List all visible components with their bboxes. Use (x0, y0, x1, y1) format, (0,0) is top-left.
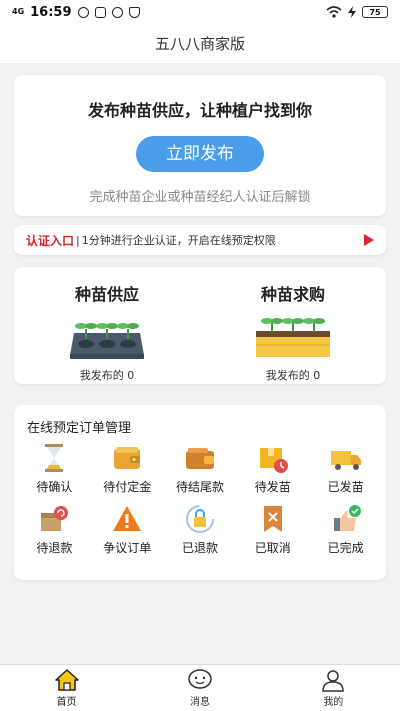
publish-card: 发布种苗供应，让种植户找到你 立即发布 完成种苗企业或种苗经纪人认证后解锁 (14, 75, 386, 216)
package-clock-icon (259, 448, 288, 473)
app-notification-icon (94, 6, 106, 18)
warning-icon (113, 506, 142, 531)
page-title: 五八八商家版 (0, 24, 400, 64)
order-disputed[interactable]: 争议订单 (91, 503, 164, 556)
tab-home-label: 首页 (56, 697, 77, 708)
order-label: 已退款 (181, 541, 218, 555)
certification-tag: 认证入口 (26, 233, 75, 248)
shield-icon (128, 6, 140, 18)
order-label: 已发苗 (327, 480, 364, 494)
hourglass-icon (45, 444, 64, 472)
order-completed[interactable]: 已完成 (309, 503, 382, 556)
truck-icon (330, 451, 361, 470)
tab-home[interactable]: 首页 (0, 665, 133, 711)
publish-headline: 发布种苗供应，让种植户找到你 (87, 101, 312, 120)
seedling-demand-title: 种苗求购 (260, 285, 325, 304)
order-shipped[interactable]: 已发苗 (309, 442, 382, 495)
order-label: 争议订单 (103, 541, 152, 555)
order-cancelled[interactable]: 已取消 (236, 503, 309, 556)
certification-text: 1分钟进行企业认证，开启在线预定权限 (81, 234, 276, 247)
seedling-supply-section[interactable]: 种苗供应 我发布的 0 (14, 267, 200, 384)
cancelled-bookmark-icon (263, 506, 282, 532)
purse-icon (185, 448, 214, 469)
seedling-tray-icon (70, 323, 144, 359)
eye-icon (77, 6, 89, 18)
order-management-heading: 在线预定订单管理 (27, 421, 132, 436)
order-label: 已完成 (327, 541, 364, 555)
order-pending-confirm[interactable]: 待确认 (18, 442, 91, 495)
seedling-demand-section[interactable]: 种苗求购 我发布的 0 (200, 267, 386, 384)
refund-box-icon (41, 506, 69, 531)
order-label: 待结尾款 (175, 480, 224, 494)
home-icon (54, 669, 79, 691)
tab-messages-label: 消息 (189, 697, 210, 708)
sync-icon (111, 6, 123, 18)
order-label: 待确认 (36, 480, 73, 494)
order-label: 待发苗 (254, 480, 291, 494)
order-refunded[interactable]: 已退款 (164, 503, 237, 556)
status-time: 16:59 (30, 4, 72, 20)
play-arrow-icon (364, 234, 374, 246)
tab-profile-label: 我的 (323, 697, 344, 708)
seedling-supply-title: 种苗供应 (74, 285, 139, 304)
tab-messages[interactable]: 消息 (133, 665, 266, 711)
demand-count: 我发布的 0 (265, 369, 321, 382)
bottom-tab-bar: 首页 消息 我的 (0, 664, 400, 711)
message-icon (188, 669, 212, 689)
tab-profile[interactable]: 我的 (267, 665, 400, 711)
order-label: 已取消 (254, 541, 291, 555)
supply-count: 我发布的 0 (79, 369, 135, 382)
user-icon (322, 670, 345, 692)
order-pending-shipment[interactable]: 待发苗 (236, 442, 309, 495)
charging-icon (348, 6, 356, 18)
order-pending-refund[interactable]: 待退款 (18, 503, 91, 556)
status-bar: 4G 16:59 75 (0, 0, 400, 24)
certification-entry[interactable]: 认证入口 | 1分钟进行企业认证，开启在线预定权限 (14, 225, 386, 255)
seedling-planter-icon (256, 318, 330, 357)
certification-separator: | (76, 233, 80, 247)
thumbs-up-icon (333, 505, 361, 531)
order-pending-deposit[interactable]: 待付定金 (91, 442, 164, 495)
battery-indicator: 75 (362, 6, 388, 18)
refunded-lock-icon (185, 505, 214, 533)
wifi-icon (326, 6, 342, 18)
order-label: 待退款 (36, 541, 73, 555)
publish-now-button[interactable]: 立即发布 (136, 136, 264, 172)
publish-hint: 完成种苗企业或种苗经纪人认证后解锁 (89, 190, 311, 205)
order-label: 待付定金 (103, 480, 152, 494)
wallet-icon (114, 447, 141, 469)
order-management-card: 在线预定订单管理 待确认 待付定金 待结尾款 待发苗 已发苗 待退款 争议订单 … (14, 405, 386, 580)
network-indicator: 4G (12, 7, 25, 16)
order-pending-final-payment[interactable]: 待结尾款 (164, 442, 237, 495)
supply-demand-card: 种苗供应 我发布的 0 种苗求购 我发布的 0 (14, 267, 386, 384)
